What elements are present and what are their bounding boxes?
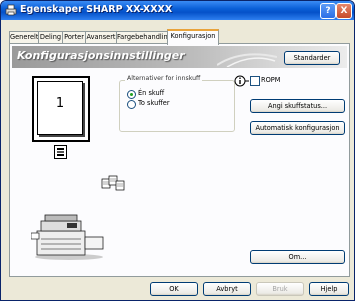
input-tray-legend: Alternativer for innskuff xyxy=(125,75,203,82)
tab-porter[interactable]: Porter xyxy=(62,31,86,43)
cancel-button[interactable]: Avbryt xyxy=(203,282,251,296)
preview-number: 1 xyxy=(55,96,65,111)
properties-window: Egenskaper SHARP XX-XXXX ? X Generelt De… xyxy=(0,0,355,301)
sheets-icon xyxy=(101,175,125,191)
ropm-label[interactable]: ROPM xyxy=(261,76,280,84)
printer-icon xyxy=(5,4,17,16)
standarder-button[interactable]: Standarder xyxy=(284,51,340,65)
tab-deling[interactable]: Deling xyxy=(38,31,63,43)
apply-button: Bruk xyxy=(256,282,304,296)
tray-status-button[interactable]: Angi skuffstatus... xyxy=(250,99,345,113)
panel-heading: Konfigurasjonsinnstillinger xyxy=(17,49,185,62)
print-preview: 1 xyxy=(32,76,90,142)
tab-konfigurasjon[interactable]: Konfigurasjon xyxy=(167,29,219,45)
info-icon xyxy=(234,75,249,87)
two-trays-radio[interactable] xyxy=(127,100,136,109)
copier-icon xyxy=(31,214,104,260)
preview-page: 1 xyxy=(37,81,83,135)
input-tray-group xyxy=(119,80,235,132)
one-tray-label[interactable]: Én skuff xyxy=(138,89,164,97)
one-tray-radio[interactable] xyxy=(127,90,136,99)
window-title: Egenskaper SHARP XX-XXXX xyxy=(20,4,173,15)
two-trays-label[interactable]: To skuffer xyxy=(138,99,170,107)
tab-generelt[interactable]: Generelt xyxy=(9,31,39,43)
ok-button[interactable]: OK xyxy=(150,282,198,296)
ropm-checkbox[interactable] xyxy=(250,76,260,86)
help-title-button[interactable]: ? xyxy=(320,3,336,19)
decorative-swoosh xyxy=(217,53,277,67)
close-button[interactable]: X xyxy=(336,3,352,19)
title-bar[interactable]: Egenskaper SHARP XX-XXXX ? X xyxy=(1,1,354,20)
auto-config-button[interactable]: Automatisk konfigurasjon xyxy=(250,121,345,135)
tab-fargebehandling[interactable]: Fargebehandling xyxy=(116,31,172,43)
help-button[interactable]: Hjelp xyxy=(309,282,349,296)
staple-icon xyxy=(54,145,67,159)
about-button[interactable]: Om... xyxy=(250,250,345,264)
tab-avansert[interactable]: Avansert xyxy=(85,31,117,43)
